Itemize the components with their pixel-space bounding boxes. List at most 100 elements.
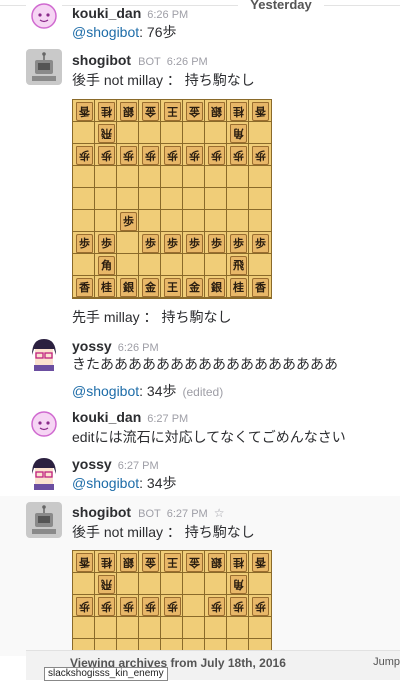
board-square xyxy=(161,210,183,232)
shogi-piece: 金 xyxy=(186,553,203,572)
board-square xyxy=(73,166,95,188)
shogi-piece: 香 xyxy=(252,102,269,121)
board-square: 金 xyxy=(139,100,161,122)
mention-link[interactable]: @shogibot xyxy=(72,383,139,399)
board-square: 歩 xyxy=(183,232,205,254)
board-square xyxy=(249,210,271,232)
shogi-piece: 歩 xyxy=(186,234,203,253)
board-square xyxy=(227,617,249,639)
board-square xyxy=(183,573,205,595)
board-square xyxy=(117,617,139,639)
shogi-piece: 歩 xyxy=(142,597,159,616)
shogi-piece: 歩 xyxy=(186,146,203,165)
bot-badge: BOT xyxy=(138,508,161,520)
author-name[interactable]: yossy xyxy=(72,456,112,472)
shogi-piece: 銀 xyxy=(120,278,137,297)
shogi-piece: 桂 xyxy=(98,278,115,297)
board-square: 歩 xyxy=(139,144,161,166)
board-square xyxy=(249,188,271,210)
timestamp[interactable]: 6:27 PM xyxy=(147,413,188,425)
message-text: 後手 not millay ： 持ち駒なし xyxy=(72,524,255,540)
shogi-piece: 金 xyxy=(142,553,159,572)
board-square: 歩 xyxy=(95,144,117,166)
board-square xyxy=(183,210,205,232)
shogi-piece: 金 xyxy=(142,102,159,121)
board-square xyxy=(161,254,183,276)
star-icon[interactable]: ☆ xyxy=(214,506,225,520)
board-square: 銀 xyxy=(205,276,227,298)
jump-link[interactable]: Jump xyxy=(373,656,400,668)
board-square xyxy=(183,254,205,276)
board-square xyxy=(205,188,227,210)
board-square xyxy=(205,573,227,595)
avatar[interactable] xyxy=(26,0,62,34)
timestamp[interactable]: 6:26 PM xyxy=(167,56,208,68)
board-square: 桂 xyxy=(227,551,249,573)
board-square xyxy=(139,254,161,276)
board-square: 桂 xyxy=(227,276,249,298)
avatar[interactable] xyxy=(26,406,62,442)
board-square: 歩 xyxy=(249,144,271,166)
message-text: : 34歩 xyxy=(139,383,177,399)
board-square: 歩 xyxy=(95,232,117,254)
board-square xyxy=(227,166,249,188)
board-square xyxy=(205,617,227,639)
timestamp[interactable]: 6:26 PM xyxy=(118,342,159,354)
board-square xyxy=(73,573,95,595)
board-square: 桂 xyxy=(95,551,117,573)
board-square xyxy=(161,122,183,144)
board-square: 桂 xyxy=(227,100,249,122)
board-square: 歩 xyxy=(227,144,249,166)
author-name[interactable]: shogibot xyxy=(72,52,131,68)
board-square xyxy=(161,188,183,210)
shogi-piece: 歩 xyxy=(252,146,269,165)
author-name[interactable]: yossy xyxy=(72,338,112,354)
edited-label: (edited) xyxy=(182,385,224,399)
avatar[interactable] xyxy=(26,335,62,371)
avatar[interactable] xyxy=(26,454,62,490)
message: yossy 6:26 PM きたあああああああああああああああああ @shogib… xyxy=(0,332,400,404)
shogi-piece: 歩 xyxy=(164,597,181,616)
shogi-piece: 桂 xyxy=(230,553,247,572)
board-square: 歩 xyxy=(161,144,183,166)
message: yossy 6:27 PM @shogibot: 34歩 xyxy=(0,452,400,498)
shogi-piece: 王 xyxy=(164,102,181,121)
board-square: 王 xyxy=(161,551,183,573)
board-square xyxy=(73,188,95,210)
avatar[interactable] xyxy=(26,502,62,538)
author-name[interactable]: kouki_dan xyxy=(72,409,141,425)
timestamp[interactable]: 6:27 PM xyxy=(167,508,208,520)
board-square xyxy=(183,188,205,210)
avatar[interactable] xyxy=(26,49,62,85)
board-square: 歩 xyxy=(205,595,227,617)
board-square: 角 xyxy=(227,122,249,144)
mention-link[interactable]: @shogibot xyxy=(72,475,139,491)
shogi-piece: 角 xyxy=(230,575,247,594)
message-text: 後手 not millay ： 持ち駒なし xyxy=(72,72,255,88)
board-square: 歩 xyxy=(161,595,183,617)
board-square: 歩 xyxy=(205,232,227,254)
shogi-piece: 歩 xyxy=(230,597,247,616)
author-name[interactable]: kouki_dan xyxy=(72,5,141,21)
board-square xyxy=(161,166,183,188)
shogi-piece: 香 xyxy=(252,553,269,572)
bot-badge: BOT xyxy=(138,56,161,68)
shogi-piece: 香 xyxy=(252,278,269,297)
board-square: 歩 xyxy=(95,595,117,617)
author-name[interactable]: shogibot xyxy=(72,504,131,520)
board-square xyxy=(139,617,161,639)
board-square: 歩 xyxy=(117,144,139,166)
board-square xyxy=(73,122,95,144)
board-square xyxy=(139,166,161,188)
board-square: 角 xyxy=(227,573,249,595)
board-square: 金 xyxy=(139,551,161,573)
mention-link[interactable]: @shogibot xyxy=(72,24,139,40)
message: shogibot BOT 6:27 PM ☆ 後手 not millay ： 持ち駒な… xyxy=(0,496,400,662)
shogi-piece: 王 xyxy=(164,553,181,572)
timestamp[interactable]: 6:27 PM xyxy=(118,460,159,472)
shogi-piece: 金 xyxy=(186,278,203,297)
board-square: 香 xyxy=(249,551,271,573)
board-square: 銀 xyxy=(205,100,227,122)
shogi-piece: 飛 xyxy=(230,256,247,275)
timestamp[interactable]: 6:26 PM xyxy=(147,9,188,21)
